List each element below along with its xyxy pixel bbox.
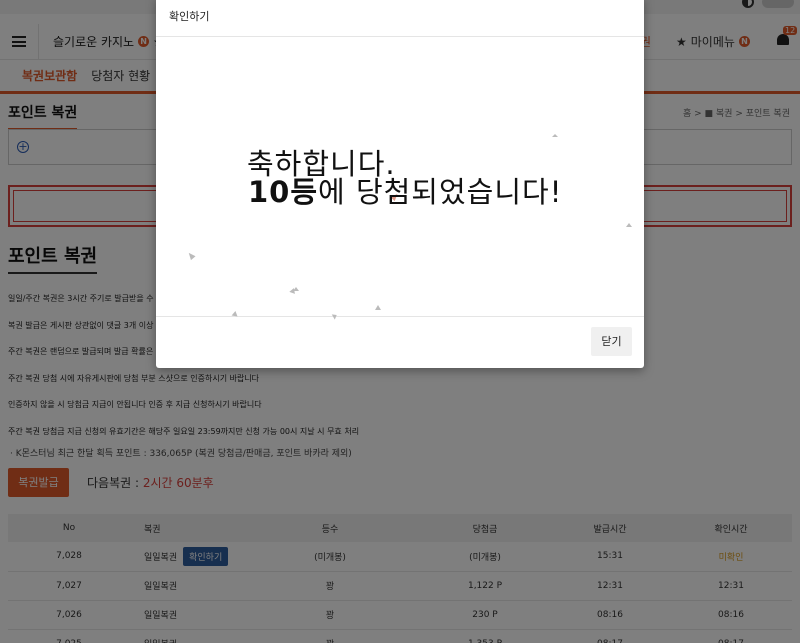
confetti-piece [186, 250, 196, 261]
confetti-piece [552, 134, 558, 137]
confetti-piece [293, 287, 299, 291]
confetti-piece [231, 310, 239, 317]
modal-body: 축하합니다. 10등에 당첨되었습니다! [156, 37, 644, 320]
win-rank: 10등 [248, 175, 319, 209]
close-button[interactable]: 닫기 [591, 327, 632, 356]
confetti-piece [375, 305, 381, 310]
modal-title: 확인하기 [156, 0, 644, 37]
win-message: 10등에 당첨되었습니다! [248, 175, 563, 209]
confetti-piece [626, 223, 632, 227]
modal-footer: 닫기 [156, 317, 644, 368]
result-modal: 확인하기 축하합니다. 10등에 당첨되었습니다! 닫기 [156, 0, 644, 368]
